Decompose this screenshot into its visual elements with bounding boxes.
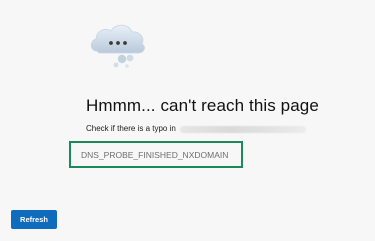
typo-hint-text: Check if there is a typo in bbox=[86, 124, 176, 133]
redacted-url bbox=[179, 125, 306, 133]
refresh-button[interactable]: Refresh bbox=[11, 210, 57, 229]
typo-hint: Check if there is a typo in bbox=[86, 123, 306, 135]
error-code-box: DNS_PROBE_FINISHED_NXDOMAIN bbox=[69, 141, 243, 168]
error-page: Hmmm... can't reach this page Check if t… bbox=[0, 0, 375, 241]
cloud-thinking-icon bbox=[90, 24, 145, 68]
page-title: Hmmm... can't reach this page bbox=[86, 96, 319, 115]
error-code: DNS_PROBE_FINISHED_NXDOMAIN bbox=[81, 150, 229, 160]
